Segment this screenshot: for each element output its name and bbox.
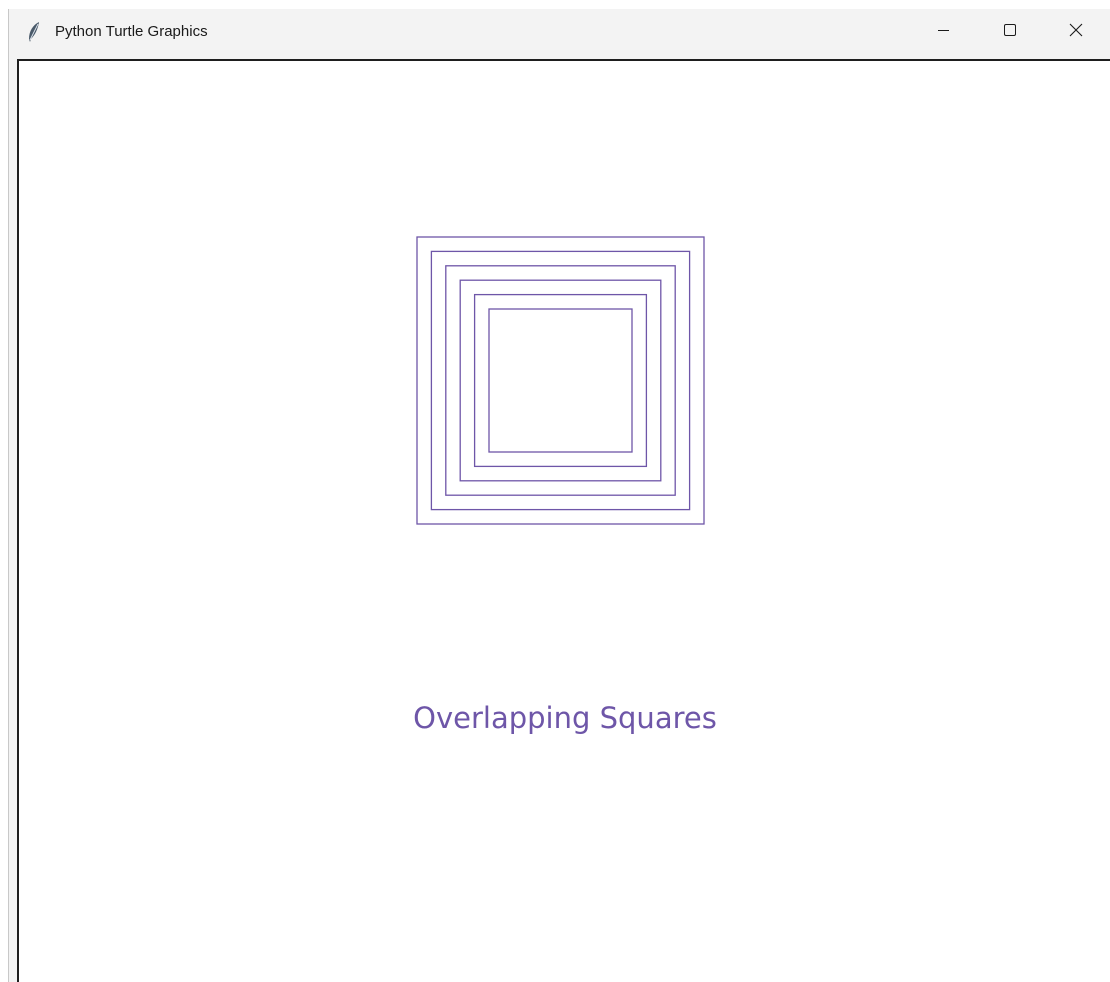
maximize-button[interactable] xyxy=(977,9,1043,55)
minimize-button[interactable] xyxy=(911,9,977,55)
square-6 xyxy=(488,308,633,453)
canvas-caption: Overlapping Squares xyxy=(413,701,717,735)
window-title: Python Turtle Graphics xyxy=(55,23,208,40)
square-5 xyxy=(473,293,648,468)
close-button[interactable] xyxy=(1043,9,1109,55)
minimize-icon xyxy=(938,23,950,41)
drawing-surface xyxy=(416,236,705,525)
turtle-window: Python Turtle Graphics Overlapping Squar… xyxy=(8,9,1110,982)
feather-icon xyxy=(27,21,41,43)
maximize-icon xyxy=(1004,23,1016,41)
turtle-canvas[interactable]: Overlapping Squares xyxy=(17,59,1110,982)
close-icon xyxy=(1069,23,1083,42)
square-4 xyxy=(459,279,662,482)
square-2 xyxy=(430,250,691,511)
square-3 xyxy=(445,265,676,496)
title-bar[interactable]: Python Turtle Graphics xyxy=(9,9,1110,55)
